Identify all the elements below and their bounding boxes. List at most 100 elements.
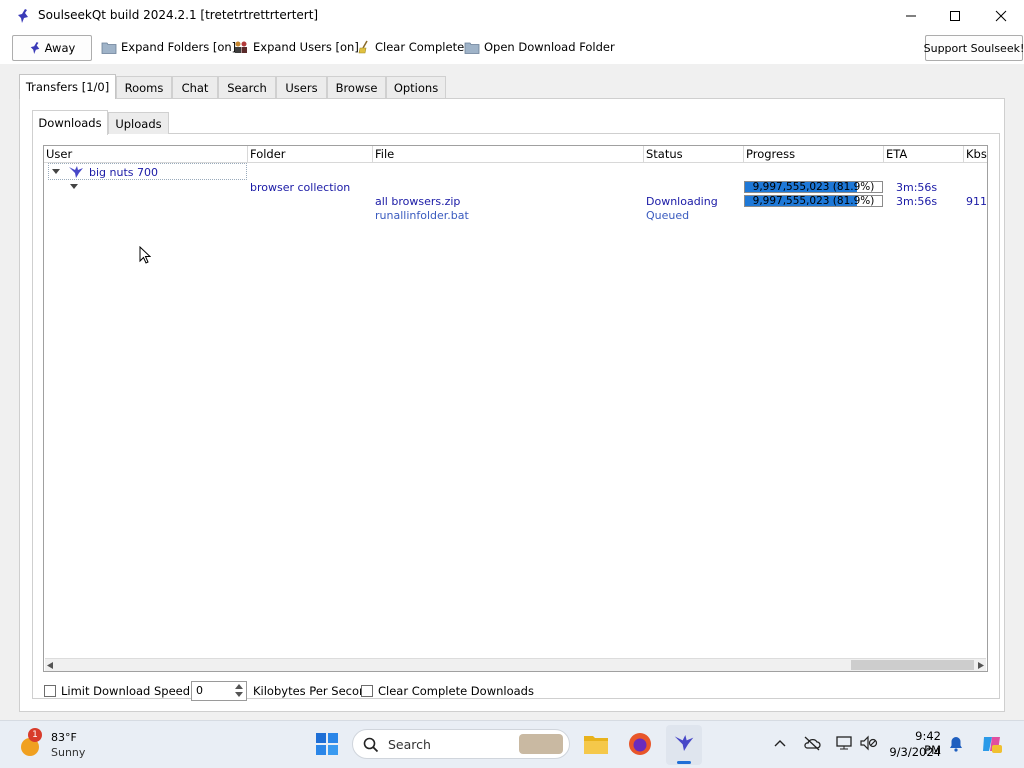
close-icon <box>995 10 1007 22</box>
file-explorer-icon[interactable] <box>584 733 608 755</box>
folder-progress-bar: 9,997,555,023 (81.9%) <box>744 181 883 193</box>
away-label: Away <box>44 41 76 55</box>
tab-chat[interactable]: Chat <box>172 76 218 98</box>
speed-spinbox[interactable]: 0 <box>191 681 247 701</box>
file-name: all browsers.zip <box>375 195 461 208</box>
file-eta: 3m:56s <box>896 195 938 208</box>
firefox-icon[interactable] <box>628 732 652 756</box>
search-highlight-image <box>519 734 563 754</box>
clear-complete-button[interactable]: Clear Complete <box>353 35 468 59</box>
subtab-uploads[interactable]: Uploads <box>108 112 169 134</box>
maximize-button[interactable] <box>932 0 978 32</box>
table-row-folder[interactable]: browser collection 9,997,555,023 (81.9%)… <box>44 180 987 195</box>
column-header-status[interactable]: Status <box>644 146 744 163</box>
column-header-folder[interactable]: Folder <box>248 146 373 163</box>
limit-speed-label: Limit Download Speed to <box>61 684 206 698</box>
maximize-icon <box>950 11 960 21</box>
support-soulseek-button[interactable]: Support Soulseek! <box>923 35 1024 61</box>
column-header-kbs[interactable]: Kbs <box>964 146 987 163</box>
weather-widget[interactable]: 1 83°F Sunny <box>16 728 96 762</box>
tab-browse[interactable]: Browse <box>327 76 386 98</box>
user-bird-icon <box>69 166 83 178</box>
file-kbs: 9115 <box>966 195 987 208</box>
clear-complete-checkbox[interactable] <box>361 685 373 697</box>
scroll-right-icon <box>978 662 984 669</box>
clock-date[interactable]: 9/3/2024 <box>889 745 941 759</box>
tab-search[interactable]: Search <box>218 76 276 98</box>
table-row-file[interactable]: all browsers.zip Downloading 9,997,555,0… <box>44 195 987 209</box>
expand-arrow-icon <box>70 184 78 189</box>
expand-users-label: Expand Users [on] <box>253 40 359 54</box>
folder-icon <box>101 42 117 54</box>
file-status: Queued <box>646 209 690 222</box>
expand-users-button[interactable]: Expand Users [on] <box>229 35 363 59</box>
expand-folders-label: Expand Folders [on] <box>121 40 237 54</box>
network-icon[interactable] <box>836 735 852 751</box>
search-icon <box>363 737 379 753</box>
taskbar-search-box[interactable]: Search <box>352 729 570 759</box>
horizontal-scrollbar[interactable] <box>45 658 986 671</box>
tab-users[interactable]: Users <box>276 76 327 98</box>
tab-options[interactable]: Options <box>386 76 446 98</box>
expand-arrow-icon <box>52 169 60 174</box>
taskbar: 1 83°F Sunny Search 9:42 PM 9/3/2024 <box>0 720 1024 768</box>
progress-text: 9,997,555,023 (81.9%) <box>752 195 875 207</box>
speed-value: 0 <box>196 684 203 697</box>
file-progress-bar: 9,997,555,023 (81.9%) <box>744 195 883 207</box>
clear-complete-downloads-label: Clear Complete Downloads <box>378 684 534 698</box>
taskbar-search-label: Search <box>388 737 431 752</box>
column-header-user[interactable]: User <box>44 146 248 163</box>
transfers-table: User Folder File Status Progress ETA Kbs… <box>43 145 988 672</box>
column-header-file[interactable]: File <box>373 146 644 163</box>
folder-name: browser collection <box>250 181 351 194</box>
scrollbar-thumb[interactable] <box>851 660 974 670</box>
spin-up-icon[interactable] <box>235 684 243 690</box>
weather-condition: Sunny <box>51 746 86 759</box>
clear-complete-label: Clear Complete <box>375 40 465 54</box>
away-button[interactable]: Away <box>12 35 92 61</box>
soulseek-bird-icon <box>674 735 694 751</box>
soulseek-bird-icon <box>30 42 39 54</box>
table-row-user[interactable]: big nuts 700 <box>48 163 247 180</box>
active-app-indicator <box>677 761 691 764</box>
notification-bell-icon[interactable] <box>949 736 963 752</box>
title-bar: SoulseekQt build 2024.2.1 [tretetrtrettr… <box>0 0 1024 32</box>
progress-text: 9,997,555,023 (81.9%) <box>752 181 875 193</box>
open-download-folder-label: Open Download Folder <box>484 40 615 54</box>
toolbar: Away Expand Folders [on] Expand Users [o… <box>0 32 1024 64</box>
open-download-folder-button[interactable]: Open Download Folder <box>460 35 619 59</box>
weather-badge: 1 <box>28 728 42 742</box>
kbps-label: Kilobytes Per Second <box>253 684 374 698</box>
file-status: Downloading <box>646 195 718 208</box>
tab-transfers[interactable]: Transfers [1/0] <box>19 74 116 99</box>
column-header-progress[interactable]: Progress <box>744 146 884 163</box>
copilot-icon[interactable] <box>981 733 1003 755</box>
windows-start-icon[interactable] <box>316 733 338 755</box>
minimize-button[interactable] <box>888 0 934 32</box>
scroll-left-icon <box>47 662 53 669</box>
close-button[interactable] <box>978 0 1024 32</box>
taskbar-soulseek-app[interactable] <box>666 725 702 765</box>
broom-icon <box>358 40 368 54</box>
window-title: SoulseekQt build 2024.2.1 [tretetrtrettr… <box>38 8 319 22</box>
limit-speed-checkbox[interactable] <box>44 685 56 697</box>
folder-eta: 3m:56s <box>896 181 938 194</box>
expand-folders-button[interactable]: Expand Folders [on] <box>97 35 240 59</box>
subtab-downloads[interactable]: Downloads <box>32 110 108 135</box>
column-header-eta[interactable]: ETA <box>884 146 964 163</box>
table-row-file[interactable]: runallinfolder.bat Queued <box>44 209 987 223</box>
support-label: Support Soulseek! <box>923 41 1024 55</box>
soulseek-bird-icon <box>18 9 28 23</box>
cloud-offline-icon[interactable] <box>803 735 821 751</box>
tab-rooms[interactable]: Rooms <box>116 76 172 98</box>
mouse-cursor-icon <box>139 246 151 264</box>
minimize-icon <box>906 15 916 17</box>
folder-icon <box>464 42 480 54</box>
temperature: 83°F <box>51 731 77 744</box>
volume-muted-icon[interactable] <box>860 735 878 751</box>
file-name: runallinfolder.bat <box>375 209 469 222</box>
users-icon <box>235 41 247 53</box>
chevron-up-icon[interactable] <box>774 739 786 747</box>
user-name: big nuts 700 <box>89 166 158 179</box>
spin-down-icon[interactable] <box>235 692 243 698</box>
